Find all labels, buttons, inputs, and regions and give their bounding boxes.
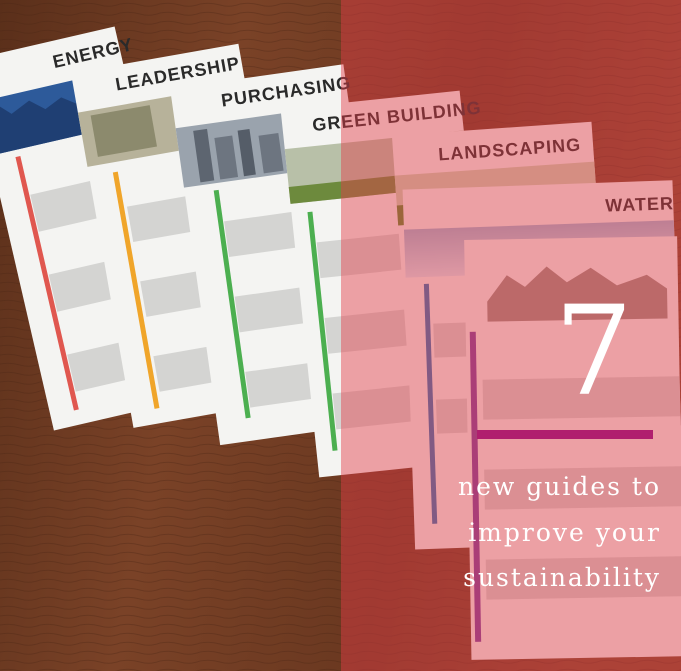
headline-number: 7 [554,280,633,424]
accent-bar [477,430,653,439]
photo-frame: ENERGY LEADERSHIP PURCHASING GREEN BUILD… [0,0,681,671]
headline-block: 7 new guides to improve your sustainabil… [341,0,681,671]
tagline-line-3: sustainability [463,563,661,592]
tagline-line-1: new guides to [457,472,661,501]
tagline-line-2: improve your [468,518,661,547]
